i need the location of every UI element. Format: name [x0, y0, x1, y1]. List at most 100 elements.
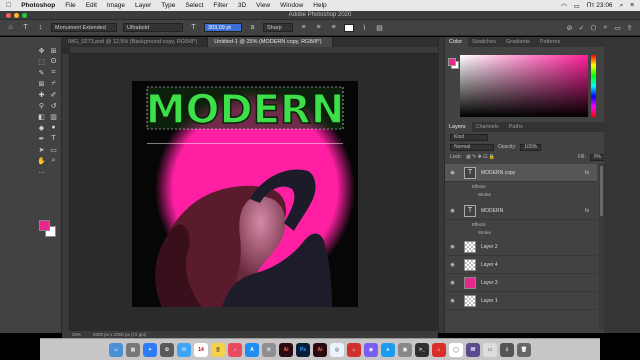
marquee-tool-icon[interactable]: ⬚	[36, 57, 47, 66]
foreground-color-swatch[interactable]	[39, 220, 50, 231]
text-orientation-icon[interactable]: ↕	[36, 23, 45, 32]
layer-kind-filter[interactable]: Kind	[450, 133, 488, 141]
text-color-swatch[interactable]	[344, 23, 354, 32]
commit-edit-icon[interactable]: ✓	[577, 23, 586, 32]
menu-layer[interactable]: Layer	[135, 2, 151, 9]
visibility-eye-icon[interactable]: ◉	[448, 262, 457, 268]
finder-icon[interactable]: ☺	[109, 342, 123, 357]
layer-row-layer2[interactable]: ◉ Layer 2	[445, 238, 597, 256]
tab-patterns[interactable]: Patterns	[536, 37, 566, 47]
color-picker-field[interactable]	[460, 55, 588, 117]
menu-window[interactable]: Window	[280, 2, 303, 9]
eyedropper-tool-icon[interactable]: ⌿	[48, 79, 59, 88]
crop-tool-icon[interactable]: ⌗	[48, 68, 59, 77]
doc-tab-untitled1[interactable]: Untitled-1 @ 25% (MODERN copy, RGB/8*)	[208, 37, 333, 47]
battery-icon[interactable]: ▭	[574, 2, 580, 10]
pdf-icon[interactable]: ⌂	[432, 342, 446, 357]
layer-row-modern[interactable]: ◉ T MODERN fx	[445, 202, 597, 220]
music-icon[interactable]: ♪	[228, 342, 242, 357]
illustrator-icon[interactable]: Ai	[279, 342, 293, 357]
history-brush-tool-icon[interactable]: ↺	[48, 101, 59, 110]
doc-size-readout[interactable]: 2000 px x 2000 px (72 ppi)	[93, 332, 146, 337]
artboard-tool-icon[interactable]: ⊞	[48, 46, 59, 55]
home-icon[interactable]: ⌂	[6, 23, 15, 32]
tab-color[interactable]: Color	[445, 37, 469, 47]
font-size-field[interactable]: 303,09 pt	[204, 23, 242, 32]
layer-row-modern-copy[interactable]: ◉ T MODERN copy fx	[445, 164, 597, 182]
blur-tool-icon[interactable]: ◆	[36, 123, 47, 132]
menu-type[interactable]: Type	[161, 2, 175, 9]
quick-select-tool-icon[interactable]: ✎	[36, 68, 47, 77]
pen-tool-icon[interactable]: ✒	[36, 134, 47, 143]
character-panel-icon[interactable]: ▤	[375, 23, 384, 32]
share-icon[interactable]: ⇪	[625, 23, 634, 32]
menu-image[interactable]: Image	[107, 2, 125, 9]
menubar-clock[interactable]: Пт 23:06	[587, 2, 613, 9]
photos-icon[interactable]: ✿	[160, 342, 174, 357]
gradient-tool-icon[interactable]: ▥	[48, 112, 59, 121]
layer-row-layer1[interactable]: ◉ Layer 1	[445, 292, 597, 310]
frame-tool-icon[interactable]: ⊠	[36, 79, 47, 88]
menu-edit[interactable]: Edit	[86, 2, 97, 9]
chrome-icon[interactable]: ◎	[330, 342, 344, 357]
visibility-eye-icon[interactable]: ◉	[448, 170, 457, 176]
menu-file[interactable]: File	[65, 2, 75, 9]
more-tools-icon[interactable]: …	[36, 167, 47, 176]
warp-text-icon[interactable]: ⌇	[360, 23, 369, 32]
color-panel-foreground-swatch[interactable]	[448, 58, 456, 66]
layer-row-layer4[interactable]: ◉ Layer 4	[445, 256, 597, 274]
font-family-select[interactable]: Monument Extended	[51, 23, 117, 32]
zoom-readout[interactable]: 25%	[72, 332, 81, 337]
visibility-eye-icon[interactable]: ◉	[448, 298, 457, 304]
align-center-icon[interactable]: ≡	[314, 23, 323, 32]
menu-help[interactable]: Help	[313, 2, 326, 9]
menu-3d[interactable]: 3D	[238, 2, 246, 9]
safari-icon[interactable]: ✦	[143, 342, 157, 357]
align-left-icon[interactable]: ≡	[299, 23, 308, 32]
menu-select[interactable]: Select	[185, 2, 203, 9]
hue-slider[interactable]	[591, 55, 596, 117]
folder-icon[interactable]: ▭	[483, 342, 497, 357]
blend-mode-select[interactable]: Normal	[450, 143, 494, 151]
app-store-icon[interactable]: A	[245, 342, 259, 357]
telegram-icon[interactable]: ➤	[381, 342, 395, 357]
layer-row-layer3[interactable]: ◉ Layer 3	[445, 274, 597, 292]
dodge-tool-icon[interactable]: ●	[48, 123, 59, 132]
path-select-tool-icon[interactable]: ➤	[36, 145, 47, 154]
fx-badge[interactable]: fx	[585, 170, 589, 176]
launchpad-icon[interactable]: ▦	[126, 342, 140, 357]
lock-icons[interactable]: ▦ ✎ ✥ ⊡ 🔒	[466, 154, 495, 160]
canvas-area[interactable]: MODERN	[62, 47, 438, 331]
system-preferences-icon[interactable]: ⚙	[262, 342, 276, 357]
lasso-tool-icon[interactable]: ʘ	[48, 57, 59, 66]
apple-menu-icon[interactable]: 	[6, 2, 11, 9]
acrobat-icon[interactable]: ⌂	[347, 342, 361, 357]
fx-badge[interactable]: fx	[585, 208, 589, 214]
stroke-effect-row[interactable]: Stroke	[445, 190, 597, 198]
tab-swatches[interactable]: Swatches	[468, 37, 502, 47]
menu-filter[interactable]: Filter	[213, 2, 227, 9]
clone-stamp-tool-icon[interactable]: ⚲	[36, 101, 47, 110]
type-tool-preset-icon[interactable]: T	[21, 23, 30, 32]
search-icon[interactable]: ⌕	[601, 23, 610, 32]
visibility-eye-icon[interactable]: ◉	[448, 280, 457, 286]
color-swatches[interactable]	[39, 220, 59, 240]
illustrator-alt-icon[interactable]: Ai	[313, 342, 327, 357]
terminal-icon[interactable]: >_	[415, 342, 429, 357]
effects-row[interactable]: Effects	[445, 182, 597, 190]
app-icon-purple[interactable]: ◉	[364, 342, 378, 357]
effects-row[interactable]: Effects	[445, 220, 597, 228]
doc-tab-img0273[interactable]: IMG_0273.psd @ 12,5% (Background copy, R…	[62, 37, 209, 47]
photoshop-icon[interactable]: Ps	[296, 342, 310, 357]
eraser-tool-icon[interactable]: ◧	[36, 112, 47, 121]
opacity-field[interactable]: 100%	[520, 143, 542, 151]
calendar-icon[interactable]: 14	[194, 342, 208, 357]
3d-icon[interactable]: ⬡	[589, 23, 598, 32]
tab-gradients[interactable]: Gradients	[502, 37, 536, 47]
brush-tool-icon[interactable]: ✐	[48, 90, 59, 99]
tab-layers[interactable]: Layers	[445, 122, 472, 132]
downloads-icon[interactable]: ⇩	[500, 342, 514, 357]
healing-tool-icon[interactable]: ✚	[36, 90, 47, 99]
mail-icon[interactable]: ✉	[177, 342, 191, 357]
fill-field[interactable]: 0%	[589, 153, 605, 161]
